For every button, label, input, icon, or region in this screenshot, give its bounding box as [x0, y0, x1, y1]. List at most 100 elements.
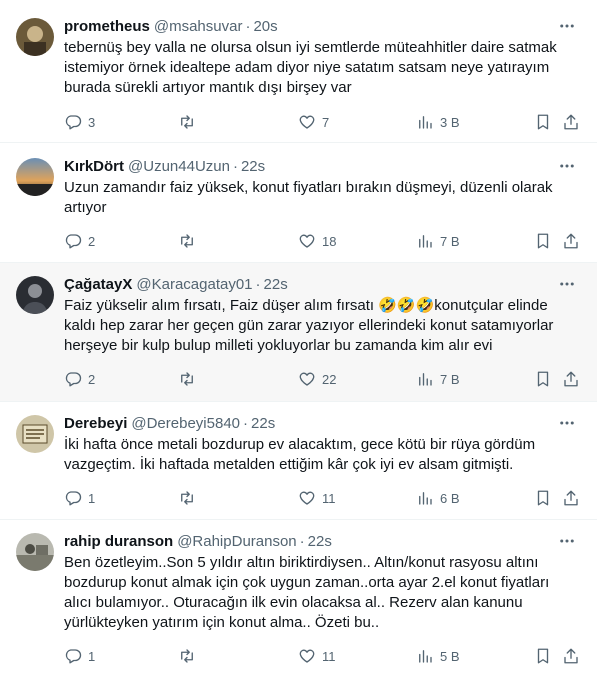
reply-button[interactable]: 2: [64, 231, 95, 251]
retweet-button[interactable]: [178, 488, 202, 508]
reply-count: 3: [88, 114, 96, 130]
views-count: 7 B: [440, 233, 460, 249]
tweet-text: Faiz yükselir alım fırsatı, Faiz düşer a…: [64, 296, 581, 356]
share-icon: [564, 648, 578, 664]
share-button[interactable]: [562, 646, 580, 666]
tweet-text: Uzun zamandır faiz yüksek, konut fiyatla…: [64, 178, 581, 218]
retweet-button[interactable]: [178, 646, 202, 666]
bookmark-button[interactable]: [534, 488, 552, 508]
retweet-button[interactable]: [178, 112, 202, 132]
tweet-header: rahip duranson @RahipDuranson · 22s: [64, 520, 581, 551]
reply-icon: [65, 649, 82, 664]
retweet-button[interactable]: [178, 369, 202, 389]
tweet-text-line: istemiyor örnek idealtepe adam diyor niy…: [64, 59, 550, 76]
like-button[interactable]: 11: [298, 488, 336, 508]
reply-button[interactable]: 1: [64, 646, 95, 666]
reply-icon: [65, 115, 82, 130]
views-icon: [419, 373, 432, 386]
views-count: 5 B: [440, 648, 460, 664]
author-handle[interactable]: @RahipDuranson: [177, 533, 296, 550]
tweet[interactable]: Derebeyi @Derebeyi5840 · 22s İki hafta ö…: [0, 402, 597, 520]
tweet-actions: 1 11 5 B: [64, 646, 581, 666]
tweet[interactable]: ÇağatayX @Karacagatay01 · 22s Faiz yükse…: [0, 263, 597, 402]
author-name[interactable]: KırkDört: [64, 158, 124, 175]
bookmark-icon: [537, 114, 549, 130]
reply-button[interactable]: 2: [64, 369, 95, 389]
more-icon[interactable]: [557, 16, 577, 36]
tweet-header: KırkDört @Uzun44Uzun · 22s: [64, 143, 581, 176]
author-name[interactable]: Derebeyi: [64, 415, 127, 432]
views-button[interactable]: 6 B: [416, 488, 460, 508]
tweet[interactable]: prometheus @msahsuvar · 20s tebernüş bey…: [0, 0, 597, 143]
more-icon[interactable]: [557, 156, 577, 176]
avatar[interactable]: [16, 158, 54, 196]
author-name[interactable]: rahip duranson: [64, 533, 173, 550]
retweet-icon: [181, 649, 193, 663]
share-button[interactable]: [562, 112, 580, 132]
more-icon[interactable]: [557, 531, 577, 551]
share-button[interactable]: [562, 231, 580, 251]
author-name[interactable]: ÇağatayX: [64, 276, 132, 293]
like-button[interactable]: 22: [298, 369, 336, 389]
author-name[interactable]: prometheus: [64, 18, 150, 35]
tweet-text-line: bozdurup konut almak için çok uygun zama…: [64, 574, 550, 591]
author-handle[interactable]: @Derebeyi5840: [131, 415, 240, 432]
tweet-text-line: İki hafta önce metali bozdurup ev alacak…: [64, 436, 536, 453]
timestamp[interactable]: 22s: [308, 533, 332, 550]
like-button[interactable]: 18: [298, 231, 336, 251]
separator: ·: [255, 275, 261, 293]
share-button[interactable]: [562, 488, 580, 508]
heart-icon: [299, 234, 315, 248]
bookmark-button[interactable]: [534, 369, 552, 389]
retweet-icon: [181, 234, 193, 248]
retweet-button[interactable]: [178, 231, 202, 251]
tweet-text-line: artıyor: [64, 199, 107, 216]
more-icon[interactable]: [557, 413, 577, 433]
author-handle[interactable]: @Uzun44Uzun: [128, 158, 230, 175]
reply-icon: [65, 234, 82, 249]
views-icon: [419, 492, 432, 505]
more-icon[interactable]: [557, 274, 577, 294]
heart-icon: [299, 372, 315, 386]
like-button[interactable]: 11: [298, 646, 336, 666]
retweet-icon: [181, 491, 193, 505]
tweet-text: Ben özetleyim..Son 5 yıldır altın birikt…: [64, 553, 581, 633]
like-count: 11: [322, 648, 336, 664]
avatar[interactable]: [16, 533, 54, 571]
tweet-text-line: yürlükteyken yatırım için konut alma.. Ö…: [64, 614, 380, 631]
share-button[interactable]: [562, 369, 580, 389]
timestamp[interactable]: 20s: [253, 18, 277, 35]
bookmark-button[interactable]: [534, 112, 552, 132]
bookmark-button[interactable]: [534, 231, 552, 251]
like-button[interactable]: 7: [298, 112, 329, 132]
tweet[interactable]: KırkDört @Uzun44Uzun · 22s Uzun zamandır…: [0, 143, 597, 263]
tweet-header: ÇağatayX @Karacagatay01 · 22s: [64, 263, 581, 294]
separator: ·: [299, 532, 305, 550]
bookmark-icon: [537, 371, 549, 387]
views-count: 7 B: [440, 371, 460, 387]
timestamp[interactable]: 22s: [264, 276, 288, 293]
reply-icon: [65, 491, 82, 506]
share-icon: [564, 114, 578, 130]
author-handle[interactable]: @Karacagatay01: [136, 276, 252, 293]
views-button[interactable]: 7 B: [416, 369, 460, 389]
author-handle[interactable]: @msahsuvar: [154, 18, 243, 35]
timestamp[interactable]: 22s: [241, 158, 265, 175]
timestamp[interactable]: 22s: [251, 415, 275, 432]
tweet-header: prometheus @msahsuvar · 20s: [64, 0, 581, 36]
views-button[interactable]: 5 B: [416, 646, 460, 666]
heart-icon: [299, 491, 315, 505]
avatar[interactable]: [16, 415, 54, 453]
tweet[interactable]: rahip duranson @RahipDuranson · 22s Ben …: [0, 520, 597, 690]
avatar[interactable]: [16, 18, 54, 56]
bookmark-button[interactable]: [534, 646, 552, 666]
reply-button[interactable]: 3: [64, 112, 95, 132]
tweet-text-line: vazgeçtim. İki haftada metalden ettiğim …: [64, 456, 514, 473]
views-icon: [419, 116, 432, 129]
views-button[interactable]: 7 B: [416, 231, 460, 251]
views-button[interactable]: 3 B: [416, 112, 460, 132]
avatar[interactable]: [16, 276, 54, 314]
tweet-text-line: kaldı hep zarar her geçen gün zarar yazı…: [64, 317, 554, 334]
tweet-actions: 3 7 3 B: [64, 112, 581, 132]
reply-button[interactable]: 1: [64, 488, 95, 508]
